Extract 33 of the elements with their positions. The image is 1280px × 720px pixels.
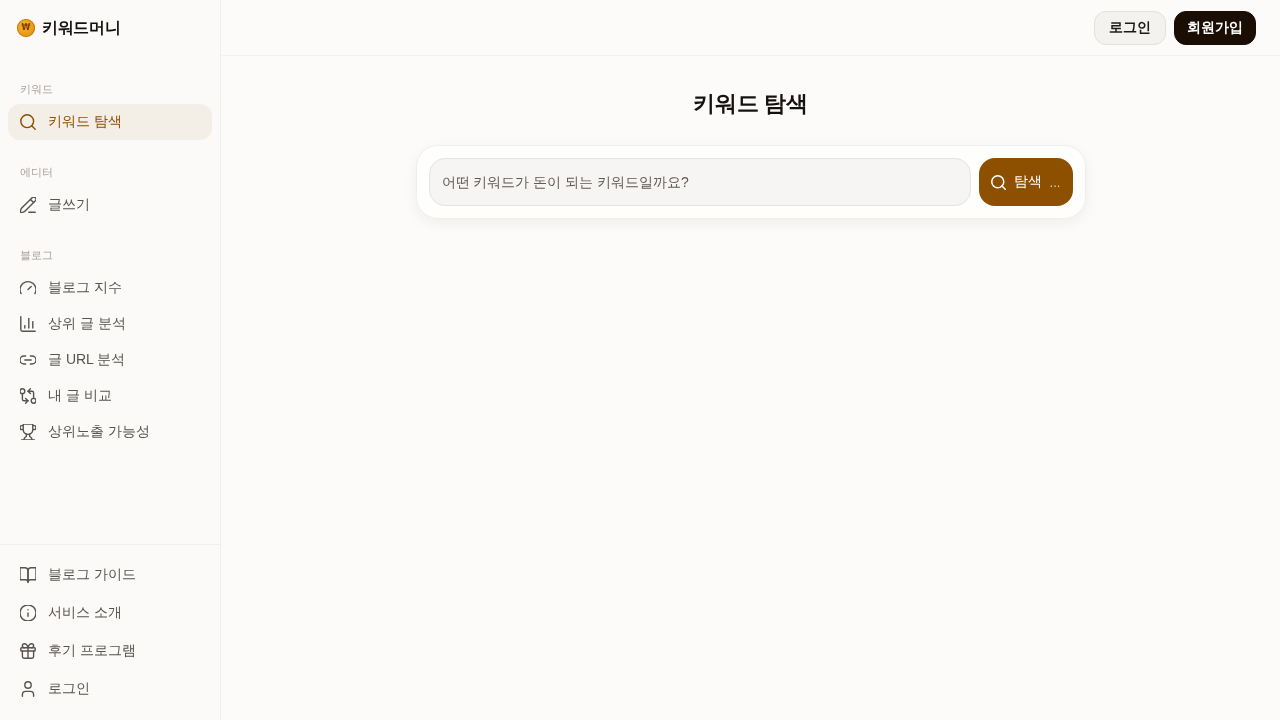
user-icon <box>20 681 36 697</box>
brand-name: 키워드머니 <box>42 17 121 38</box>
search-icon <box>990 174 1006 190</box>
page-title: 키워드 탐색 <box>693 90 808 118</box>
trophy-icon <box>20 424 36 440</box>
sidebar-item[interactable]: 상위노출 가능성 <box>8 414 212 450</box>
coin-logo: ₩ <box>17 19 35 37</box>
link-icon <box>20 352 36 368</box>
signup-button[interactable]: 회원가입 <box>1174 10 1256 45</box>
sidebar-item[interactable]: 상위 글 분석 <box>8 306 212 342</box>
section-heading: 블로그 <box>19 248 54 263</box>
sidebar-item[interactable]: 글 URL 분석 <box>8 342 212 378</box>
sidebar-item[interactable]: 블로그 지수 <box>8 270 212 306</box>
section-heading: 키워드 <box>19 82 54 97</box>
search-button[interactable]: 탐색 ... <box>978 158 1073 206</box>
search-field[interactable]: 어떤 키워드가 돈이 되는 키워드일까요? <box>428 158 971 206</box>
gauge-icon <box>20 280 36 296</box>
sidebar-item[interactable]: 내 글 비교 <box>8 378 212 414</box>
bar-chart-icon <box>20 316 36 332</box>
search-icon <box>20 114 36 130</box>
sidebar-item[interactable]: 서비스 소개 <box>8 595 212 631</box>
section-heading: 에디터 <box>19 165 54 180</box>
compare-arrows-icon <box>20 388 36 404</box>
open-book-icon <box>20 567 36 583</box>
gift-icon <box>20 643 36 659</box>
sidebar-item[interactable]: 로그인 <box>8 671 212 707</box>
login-button[interactable]: 로그인 <box>1094 10 1166 45</box>
info-icon <box>20 605 36 621</box>
sidebar-item[interactable]: 후기 프로그램 <box>8 633 212 669</box>
sidebar-item[interactable]: 글쓰기 <box>8 187 212 223</box>
sidebar-item[interactable]: 블로그 가이드 <box>8 557 212 593</box>
pencil-icon <box>20 197 36 213</box>
sidebar-item[interactable]: 키워드 탐색 <box>8 104 212 140</box>
